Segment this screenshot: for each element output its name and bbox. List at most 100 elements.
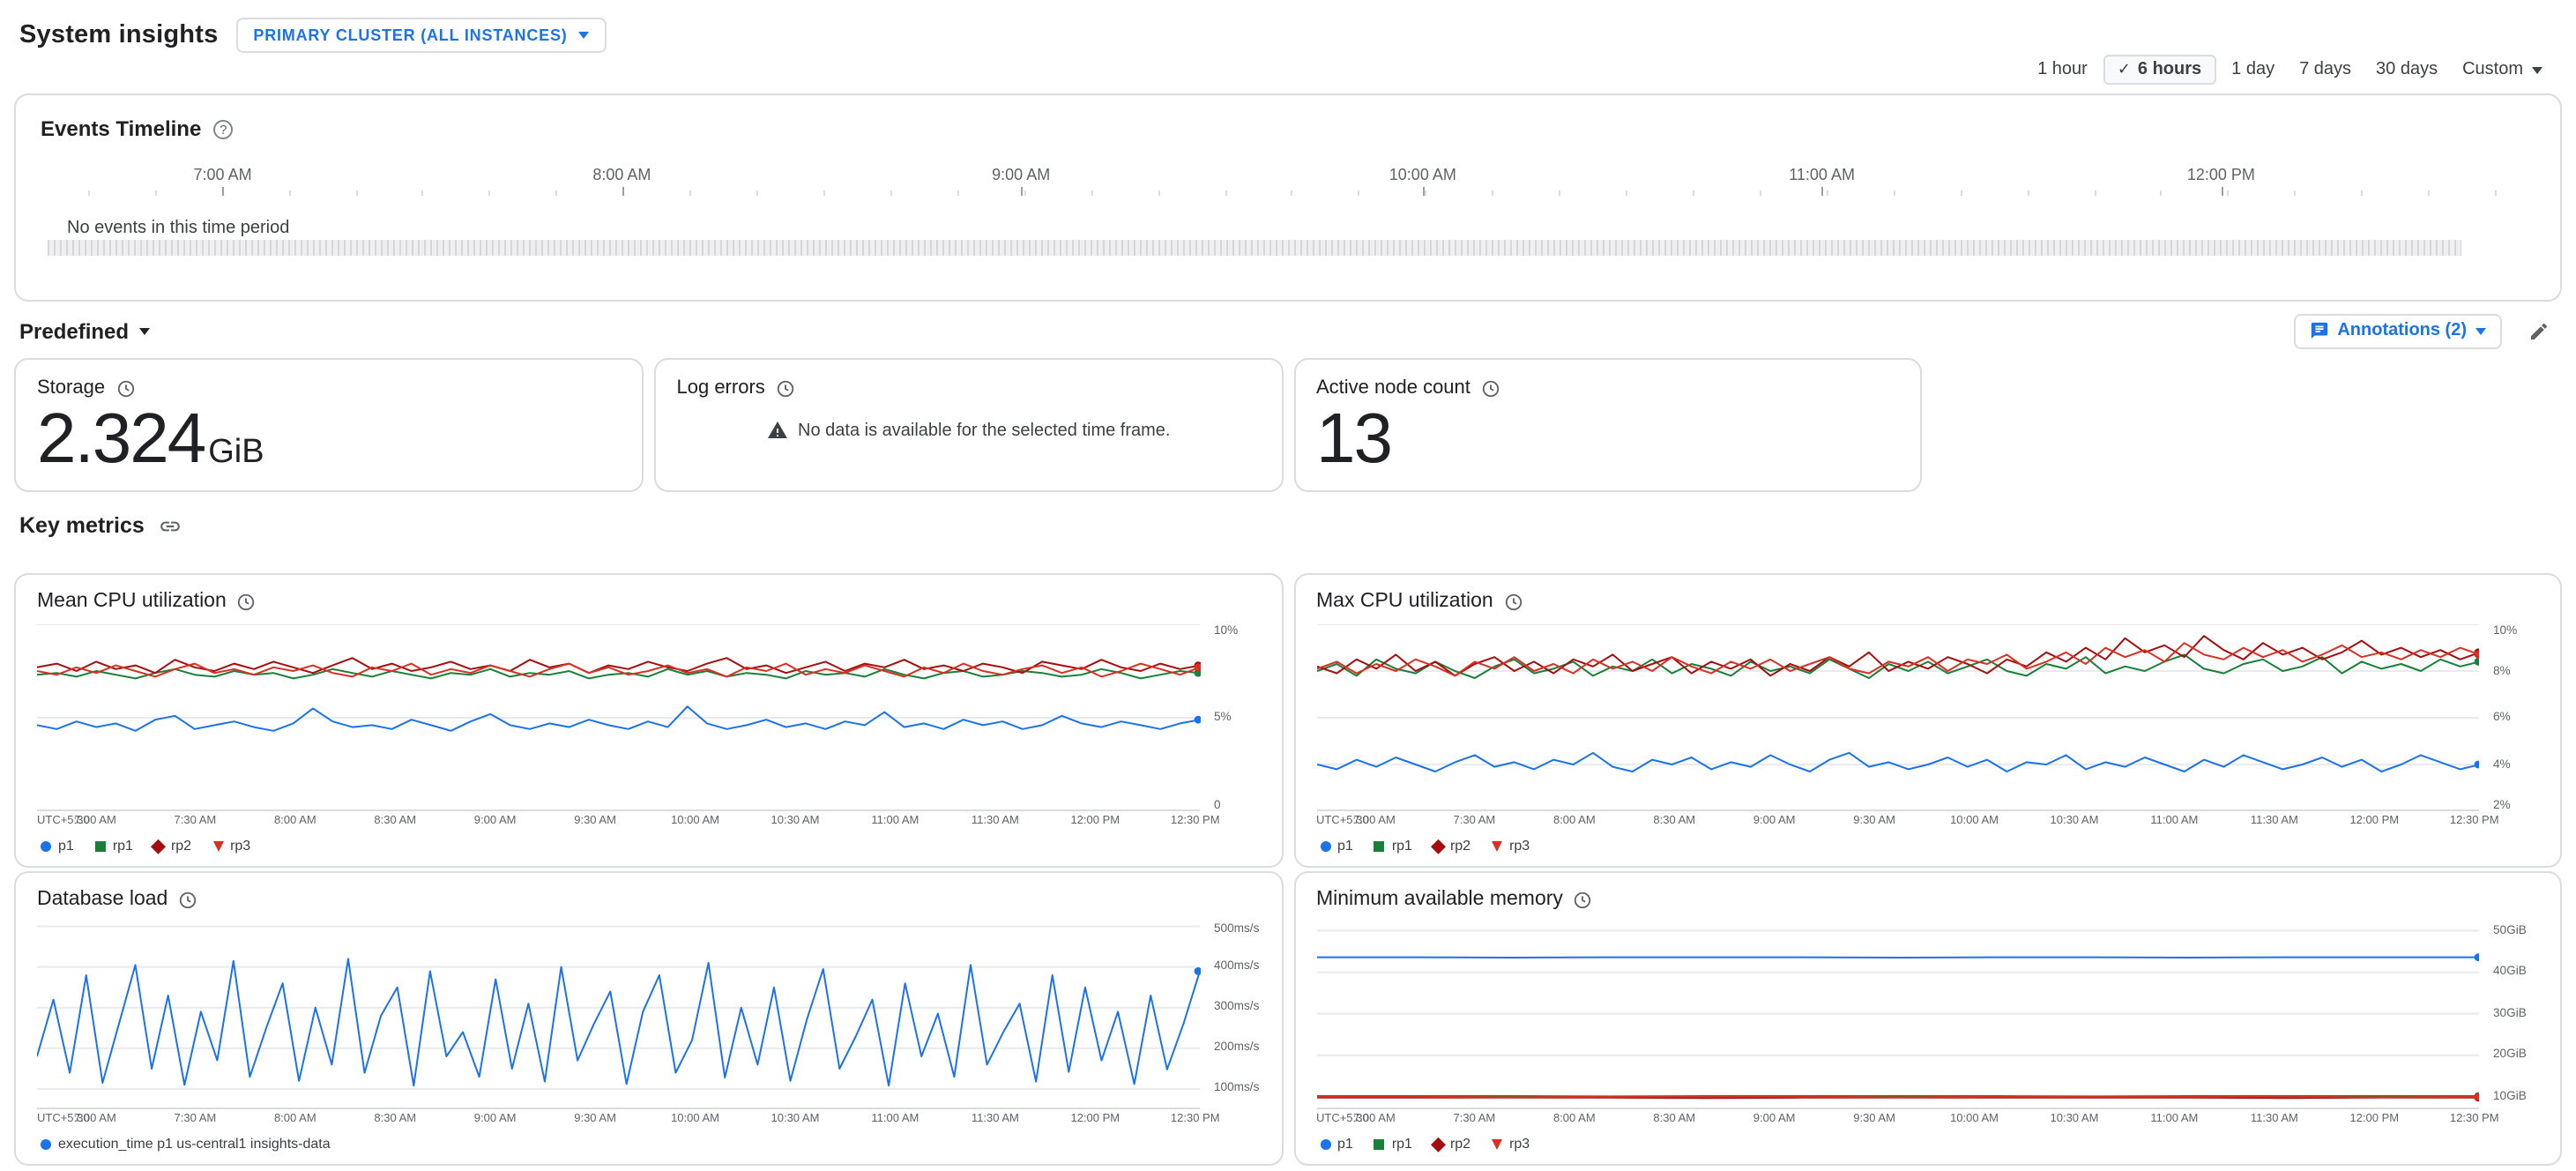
x-tick-label: 7:30 AM bbox=[174, 815, 217, 827]
warning-icon bbox=[767, 421, 787, 438]
x-tick-label: 11:00 AM bbox=[871, 815, 919, 827]
square-marker-icon bbox=[94, 840, 106, 851]
legend-item-rp1[interactable]: rp1 bbox=[1374, 838, 1412, 854]
diamond-marker-icon bbox=[1431, 839, 1446, 853]
square-marker-icon bbox=[1374, 1138, 1385, 1149]
mean-cpu-legend: p1 rp1 rp2 rp3 bbox=[37, 834, 1260, 857]
triangle-marker-icon bbox=[1492, 840, 1503, 851]
min-memory-y-axis: 10GiB 20GiB 30GiB 40GiB 50GiB bbox=[2486, 922, 2539, 1109]
max-cpu-utilization-card: Max CPU utilization 2% 4% 6% 8% 10% UTC+5:30… bbox=[1293, 573, 2562, 868]
legend-item-rp1[interactable]: rp1 bbox=[1374, 1136, 1412, 1152]
y-tick-label: 0 bbox=[1214, 800, 1221, 812]
legend-item-rp3[interactable]: rp3 bbox=[1492, 1136, 1530, 1152]
cluster-selector-label: PRIMARY CLUSTER (ALL INSTANCES) bbox=[253, 26, 568, 44]
time-range-custom-label: Custom bbox=[2462, 60, 2523, 79]
mean-cpu-plot[interactable] bbox=[37, 624, 1200, 811]
timeline-minor-tick bbox=[756, 190, 759, 196]
predefined-dropdown[interactable]: Predefined bbox=[19, 318, 151, 343]
mean-cpu-plot-wrap: 0 5% 10% bbox=[37, 621, 1260, 812]
time-range-6-hours-label: 6 hours bbox=[2137, 60, 2202, 79]
y-tick-label: 30GiB bbox=[2493, 1007, 2527, 1020]
time-range-1-day[interactable]: 1 day bbox=[2219, 55, 2287, 85]
min-memory-legend: p1 rp1 rp2 rp3 bbox=[1316, 1132, 2539, 1155]
timeline-minor-tick bbox=[2428, 190, 2431, 196]
annotations-label: Annotations (2) bbox=[2337, 321, 2467, 340]
x-tick-label: 7:00 AM bbox=[74, 815, 116, 827]
mean-cpu-y-axis: 0 5% 10% bbox=[1207, 624, 1260, 812]
annotations-dropdown[interactable]: Annotations (2) bbox=[2293, 313, 2502, 348]
max-cpu-plot[interactable] bbox=[1316, 624, 2479, 811]
time-range-1-hour[interactable]: 1 hour bbox=[2025, 55, 2100, 85]
timeline-minor-tick bbox=[1960, 190, 1962, 196]
x-tick-label: 9:00 AM bbox=[1753, 1113, 1796, 1125]
x-tick-label: 12:30 PM bbox=[2449, 815, 2499, 827]
x-tick-label: 8:30 AM bbox=[1653, 1113, 1696, 1125]
legend-label: rp3 bbox=[1509, 1136, 1530, 1152]
x-tick-label: 10:30 AM bbox=[771, 815, 820, 827]
time-range-6-hours[interactable]: ✓ 6 hours bbox=[2103, 55, 2216, 85]
x-tick-label: 11:00 AM bbox=[2150, 815, 2199, 827]
y-tick-label: 300ms/s bbox=[1214, 1001, 1260, 1014]
clock-icon bbox=[1482, 379, 1500, 397]
legend-item-rp3[interactable]: rp3 bbox=[212, 838, 250, 854]
edit-dashboard-button[interactable] bbox=[2525, 317, 2553, 345]
timeline-ticks bbox=[41, 185, 2535, 196]
x-tick-label: 12:30 PM bbox=[1170, 1113, 1220, 1125]
events-timeline-title: Events Timeline bbox=[41, 116, 202, 141]
time-range-custom[interactable]: Custom bbox=[2450, 55, 2555, 85]
x-tick-label: 9:00 AM bbox=[1753, 815, 1796, 827]
timeline-minor-tick bbox=[288, 190, 291, 196]
database-load-plot[interactable] bbox=[37, 922, 1200, 1109]
min-memory-plot[interactable] bbox=[1316, 922, 2479, 1109]
max-cpu-title: Max CPU utilization bbox=[1316, 591, 1493, 612]
timeline-major-tick bbox=[1422, 187, 1425, 196]
timeline-major-tick bbox=[1821, 187, 1824, 196]
timeline-minor-tick bbox=[421, 190, 424, 196]
timeline-minor-tick bbox=[1492, 190, 1494, 196]
legend-item-rp2[interactable]: rp2 bbox=[152, 838, 192, 854]
x-tick-label: 12:00 PM bbox=[2349, 1113, 2400, 1125]
events-timeline-header: Events Timeline ? bbox=[41, 116, 2535, 141]
legend-item-rp2[interactable]: rp2 bbox=[1431, 1136, 1470, 1152]
active-node-count-card: Active node count 13 bbox=[1293, 358, 1923, 492]
log-errors-card-header: Log errors bbox=[677, 377, 1261, 399]
timeline-minor-tick bbox=[1291, 190, 1293, 196]
toolbar-right: Annotations (2) bbox=[2293, 313, 2553, 348]
timeline-minor-tick bbox=[1826, 190, 1828, 196]
y-tick-label: 8% bbox=[2493, 665, 2511, 677]
timeline-minor-tick bbox=[1158, 190, 1160, 196]
legend-label: rp3 bbox=[1509, 838, 1530, 854]
legend-label: rp2 bbox=[170, 838, 192, 854]
help-icon[interactable]: ? bbox=[213, 119, 234, 138]
chevron-down-icon bbox=[577, 32, 589, 39]
circle-marker-icon bbox=[41, 1138, 51, 1149]
time-range-7-days[interactable]: 7 days bbox=[2287, 55, 2364, 85]
storage-card-title: Storage bbox=[37, 377, 106, 399]
legend-item-execution_time[interactable]: execution_time p1 us-central1 insights-d… bbox=[41, 1136, 331, 1152]
x-tick-label: 11:30 AM bbox=[971, 1113, 1019, 1125]
timeline-minor-tick bbox=[957, 190, 959, 196]
legend-item-rp2[interactable]: rp2 bbox=[1431, 838, 1470, 854]
timeline-minor-tick bbox=[1425, 190, 1427, 196]
time-range-30-days[interactable]: 30 days bbox=[2364, 55, 2450, 85]
cluster-selector-button[interactable]: PRIMARY CLUSTER (ALL INSTANCES) bbox=[235, 18, 607, 53]
legend-item-rp1[interactable]: rp1 bbox=[94, 838, 133, 854]
x-tick-label: 11:00 AM bbox=[871, 1113, 919, 1125]
legend-item-p1[interactable]: p1 bbox=[41, 838, 74, 854]
clock-icon bbox=[1575, 891, 1592, 908]
key-metrics-label: Key metrics bbox=[19, 513, 145, 538]
timeline-minor-tick bbox=[1358, 190, 1360, 196]
x-tick-label: 7:00 AM bbox=[1353, 815, 1396, 827]
legend-item-p1[interactable]: p1 bbox=[1320, 838, 1353, 854]
legend-item-p1[interactable]: p1 bbox=[1320, 1136, 1353, 1152]
legend-label: p1 bbox=[1337, 838, 1353, 854]
legend-item-rp3[interactable]: rp3 bbox=[1492, 838, 1530, 854]
no-events-message: No events in this time period bbox=[67, 219, 290, 238]
circle-marker-icon bbox=[1320, 1138, 1330, 1149]
database-load-plot-wrap: 100ms/s 200ms/s 300ms/s 400ms/s 500ms/s bbox=[37, 919, 1260, 1109]
link-icon[interactable] bbox=[159, 514, 182, 537]
max-cpu-plot-wrap: 2% 4% 6% 8% 10% bbox=[1316, 621, 2539, 812]
y-tick-label: 10% bbox=[1214, 625, 1239, 638]
clock-icon bbox=[777, 379, 793, 397]
metrics-toolbar: Predefined Annotations (2) bbox=[19, 312, 2557, 349]
